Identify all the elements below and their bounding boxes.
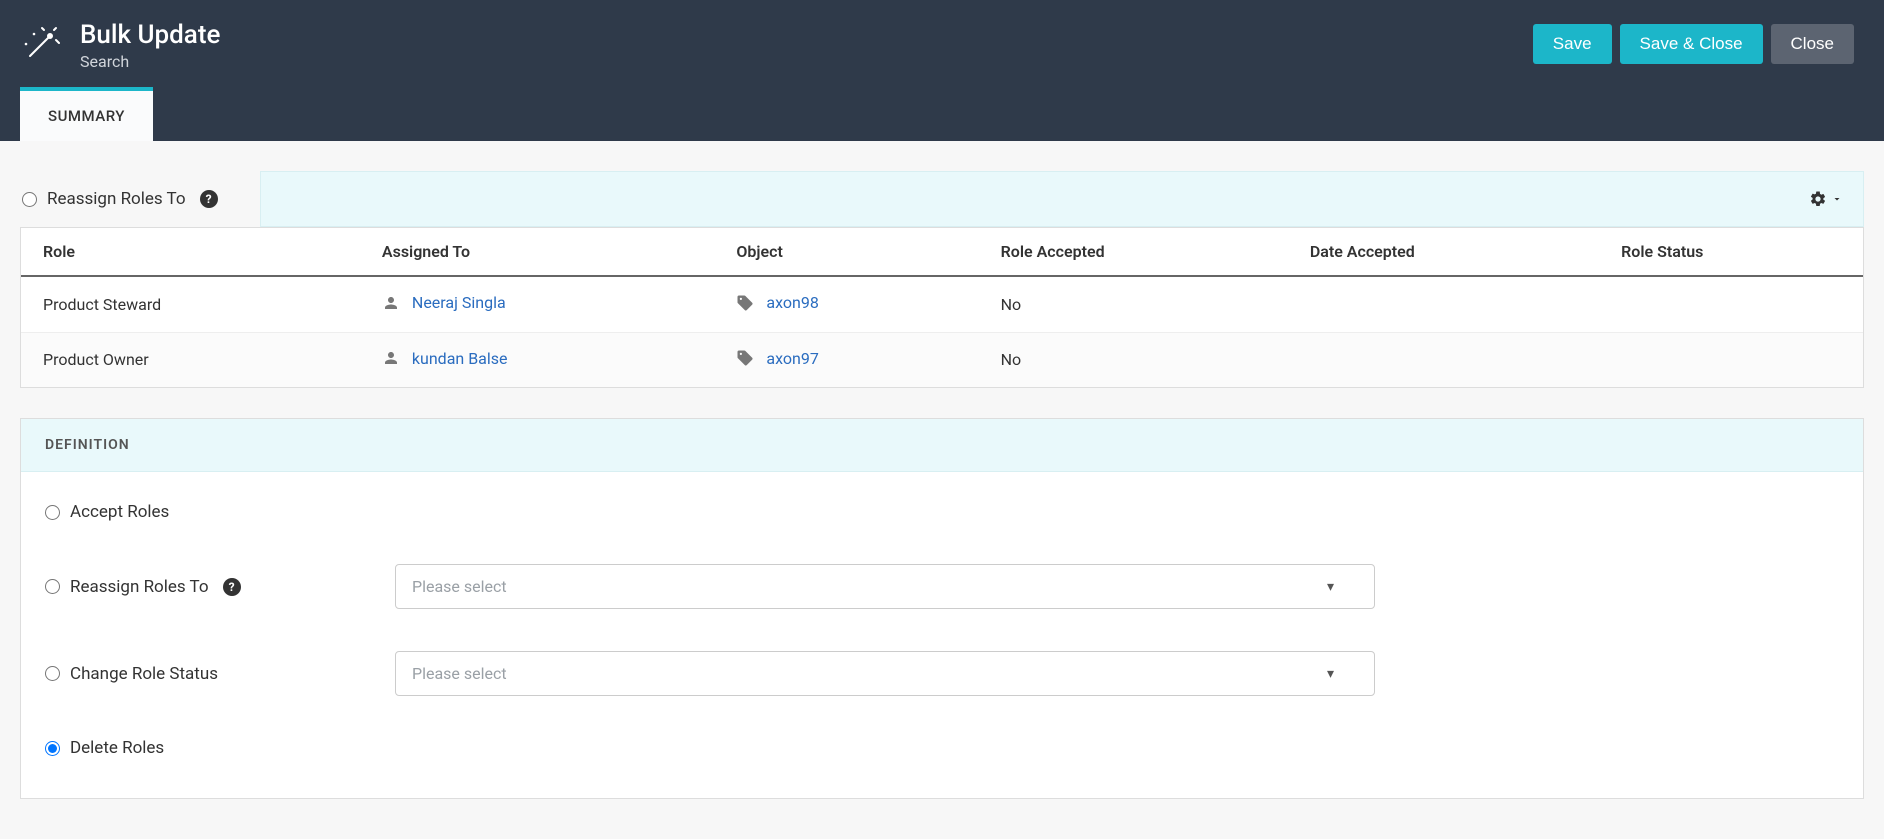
person-icon [382, 294, 400, 312]
tag-icon [736, 349, 754, 367]
col-object[interactable]: Object [714, 228, 978, 276]
save-close-button[interactable]: Save & Close [1620, 24, 1763, 64]
title-block: Bulk Update Search [80, 20, 220, 71]
def-row-reassign: Reassign Roles To ? Please select ▾ [45, 564, 1839, 609]
cell-role-status [1599, 332, 1863, 387]
header-left: Bulk Update Search [20, 20, 220, 71]
cell-assigned-to: Neeraj Singla [360, 276, 714, 332]
reassign-roles-option-def: Reassign Roles To ? [45, 577, 275, 597]
chevron-down-icon [1831, 193, 1843, 205]
tab-summary[interactable]: SUMMARY [20, 87, 153, 141]
cell-role-accepted: No [979, 332, 1288, 387]
cell-role-accepted: No [979, 276, 1288, 332]
cell-role: Product Owner [21, 332, 360, 387]
reassign-roles-top-label: Reassign Roles To [47, 189, 186, 209]
cell-role-status [1599, 276, 1863, 332]
help-icon[interactable]: ? [223, 578, 241, 596]
chevron-down-icon: ▾ [1327, 579, 1334, 595]
table-row: Product Owner kundan Balse axon97 No [21, 332, 1863, 387]
col-role-status[interactable]: Role Status [1599, 228, 1863, 276]
status-select[interactable]: Please select ▾ [395, 651, 1375, 696]
definition-header: DEFINITION [21, 419, 1863, 472]
content-area: Reassign Roles To ? Role Assigned To Obj… [0, 171, 1884, 799]
accept-roles-label: Accept Roles [70, 502, 169, 522]
chevron-down-icon: ▾ [1327, 666, 1334, 682]
page-title: Bulk Update [80, 20, 220, 50]
tag-icon [736, 294, 754, 312]
reassign-roles-label: Reassign Roles To [70, 577, 209, 597]
delete-roles-option: Delete Roles [45, 738, 275, 758]
status-select-placeholder: Please select [412, 664, 507, 683]
col-role-accepted[interactable]: Role Accepted [979, 228, 1288, 276]
page-subtitle: Search [80, 52, 220, 71]
roles-table: Role Assigned To Object Role Accepted Da… [21, 228, 1863, 387]
cell-role: Product Steward [21, 276, 360, 332]
col-assigned-to[interactable]: Assigned To [360, 228, 714, 276]
status-select-wrap: Please select ▾ [395, 651, 1375, 696]
cell-object: axon97 [714, 332, 978, 387]
close-button[interactable]: Close [1771, 24, 1854, 64]
assigned-link[interactable]: kundan Balse [412, 349, 508, 368]
change-status-radio[interactable] [45, 666, 60, 681]
roles-table-wrap: Role Assigned To Object Role Accepted Da… [20, 227, 1864, 388]
def-row-delete: Delete Roles [45, 738, 1839, 758]
col-role[interactable]: Role [21, 228, 360, 276]
reassign-roles-option: Reassign Roles To ? [20, 189, 250, 209]
tabs: SUMMARY [20, 87, 153, 141]
cell-assigned-to: kundan Balse [360, 332, 714, 387]
reassign-bar [260, 171, 1864, 227]
def-row-change-status: Change Role Status Please select ▾ [45, 651, 1839, 696]
app-header: Bulk Update Search Save Save & Close Clo… [0, 0, 1884, 141]
cell-object: axon98 [714, 276, 978, 332]
cell-date-accepted [1288, 332, 1599, 387]
table-row: Product Steward Neeraj Singla axon98 [21, 276, 1863, 332]
delete-roles-label: Delete Roles [70, 738, 164, 758]
definition-body: Accept Roles Reassign Roles To ? Please … [21, 472, 1863, 798]
assigned-link[interactable]: Neeraj Singla [412, 293, 506, 312]
accept-roles-option: Accept Roles [45, 502, 275, 522]
change-status-label: Change Role Status [70, 664, 218, 684]
cell-date-accepted [1288, 276, 1599, 332]
help-icon[interactable]: ? [200, 190, 218, 208]
reassign-select[interactable]: Please select ▾ [395, 564, 1375, 609]
change-status-option: Change Role Status [45, 664, 275, 684]
definition-panel: DEFINITION Accept Roles Reassign Roles T… [20, 418, 1864, 799]
settings-menu[interactable] [1809, 190, 1843, 208]
accept-roles-radio[interactable] [45, 505, 60, 520]
def-row-accept: Accept Roles [45, 502, 1839, 522]
object-link[interactable]: axon98 [766, 293, 818, 312]
col-date-accepted[interactable]: Date Accepted [1288, 228, 1599, 276]
save-button[interactable]: Save [1533, 24, 1612, 64]
person-icon [382, 349, 400, 367]
object-link[interactable]: axon97 [766, 349, 818, 368]
reassign-roles-row: Reassign Roles To ? [20, 171, 1864, 227]
reassign-select-wrap: Please select ▾ [395, 564, 1375, 609]
gear-icon [1809, 190, 1827, 208]
header-buttons: Save Save & Close Close [1533, 24, 1854, 64]
delete-roles-radio[interactable] [45, 741, 60, 756]
reassign-select-placeholder: Please select [412, 577, 507, 596]
wand-icon [20, 26, 60, 66]
reassign-roles-top-radio[interactable] [22, 192, 37, 207]
reassign-roles-radio[interactable] [45, 579, 60, 594]
